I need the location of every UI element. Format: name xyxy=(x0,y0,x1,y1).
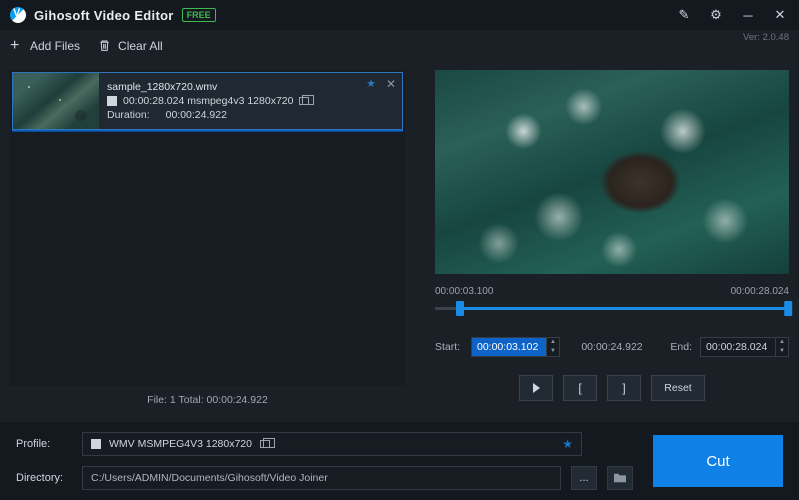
start-time-input[interactable]: ▲▼ xyxy=(471,337,560,357)
close-icon[interactable]: ✕ xyxy=(771,7,789,23)
directory-value: C:/Users/ADMIN/Documents/Gihosoft/Video … xyxy=(91,472,328,484)
minimize-icon[interactable]: ─ xyxy=(739,8,757,23)
favorite-icon[interactable]: ★ xyxy=(366,77,376,91)
profile-favorite-icon[interactable]: ★ xyxy=(562,437,573,451)
duration-label: Duration: xyxy=(107,109,150,121)
profile-selector[interactable]: WMV MSMPEG4V3 1280x720 ★ xyxy=(82,432,582,456)
profile-copy-icon xyxy=(260,440,270,448)
media-item[interactable]: ★ ✕ sample_1280x720.wmv 00:00:28.024 msm… xyxy=(12,72,403,130)
cut-button[interactable]: Cut xyxy=(653,435,783,487)
directory-label: Directory: xyxy=(16,472,72,484)
start-label: Start: xyxy=(435,341,463,353)
start-down-icon[interactable]: ▼ xyxy=(547,347,559,356)
format-icon xyxy=(107,96,117,106)
play-icon xyxy=(533,383,540,393)
video-preview[interactable] xyxy=(435,70,789,274)
item-progress xyxy=(12,130,403,132)
timeline-start-label: 00:00:03.100 xyxy=(435,286,493,297)
preview-frame xyxy=(435,70,789,274)
end-down-icon[interactable]: ▼ xyxy=(776,347,788,356)
start-time-value[interactable] xyxy=(472,338,546,356)
mark-in-button[interactable]: [ xyxy=(563,375,597,401)
reset-button[interactable]: Reset xyxy=(651,375,705,401)
titlebar: Gihosoft Video Editor FREE ✎ ⚙ ─ ✕ xyxy=(0,0,799,30)
preview-panel: 00:00:03.100 00:00:28.024 Start: ▲▼ 00:0… xyxy=(435,70,789,414)
feedback-icon[interactable]: ✎ xyxy=(675,7,693,23)
bottom-bar: Profile: WMV MSMPEG4V3 1280x720 ★ Direct… xyxy=(0,422,799,500)
remove-item-icon[interactable]: ✕ xyxy=(386,77,396,91)
toolbar: Add Files Clear All xyxy=(0,30,799,62)
trim-start-handle[interactable] xyxy=(456,301,464,316)
end-label: End: xyxy=(664,341,692,353)
app-title: Gihosoft Video Editor xyxy=(34,8,174,23)
end-up-icon[interactable]: ▲ xyxy=(776,338,788,347)
clear-all-label: Clear All xyxy=(118,39,163,53)
range-duration: 00:00:24.922 xyxy=(568,341,656,353)
trash-icon xyxy=(98,39,112,53)
folder-icon xyxy=(613,472,627,484)
browse-button[interactable]: ... xyxy=(571,466,597,490)
clear-all-button[interactable]: Clear All xyxy=(98,39,163,53)
plus-icon xyxy=(10,39,24,53)
copy-icon[interactable] xyxy=(299,97,309,105)
timeline: 00:00:03.100 00:00:28.024 xyxy=(435,286,789,321)
play-button[interactable] xyxy=(519,375,553,401)
free-badge: FREE xyxy=(182,8,216,22)
profile-label: Profile: xyxy=(16,438,72,450)
media-filename: sample_1280x720.wmv xyxy=(107,81,394,93)
version-label: Ver: 2.0.48 xyxy=(743,32,789,43)
profile-format-icon xyxy=(91,439,101,449)
add-files-label: Add Files xyxy=(30,39,80,53)
open-folder-button[interactable] xyxy=(607,466,633,490)
media-panel: ★ ✕ sample_1280x720.wmv 00:00:28.024 msm… xyxy=(10,70,405,414)
start-up-icon[interactable]: ▲ xyxy=(547,338,559,347)
media-list: ★ ✕ sample_1280x720.wmv 00:00:28.024 msm… xyxy=(10,70,405,386)
mark-out-button[interactable]: ] xyxy=(607,375,641,401)
directory-field[interactable]: C:/Users/ADMIN/Documents/Gihosoft/Video … xyxy=(82,466,561,490)
media-thumbnail xyxy=(13,73,99,129)
list-summary: File: 1 Total: 00:00:24.922 xyxy=(10,386,405,414)
trim-end-handle[interactable] xyxy=(784,301,792,316)
timeline-track[interactable] xyxy=(435,299,789,321)
timeline-end-label: 00:00:28.024 xyxy=(731,286,789,297)
duration-value: 00:00:24.922 xyxy=(166,109,227,121)
app-logo-icon xyxy=(10,7,26,23)
add-files-button[interactable]: Add Files xyxy=(10,39,80,53)
end-time-input[interactable]: ▲▼ xyxy=(700,337,789,357)
end-time-value[interactable] xyxy=(701,338,775,356)
settings-icon[interactable]: ⚙ xyxy=(707,7,725,23)
profile-value: WMV MSMPEG4V3 1280x720 xyxy=(109,438,252,450)
media-info: 00:00:28.024 msmpeg4v3 1280x720 xyxy=(123,95,293,107)
